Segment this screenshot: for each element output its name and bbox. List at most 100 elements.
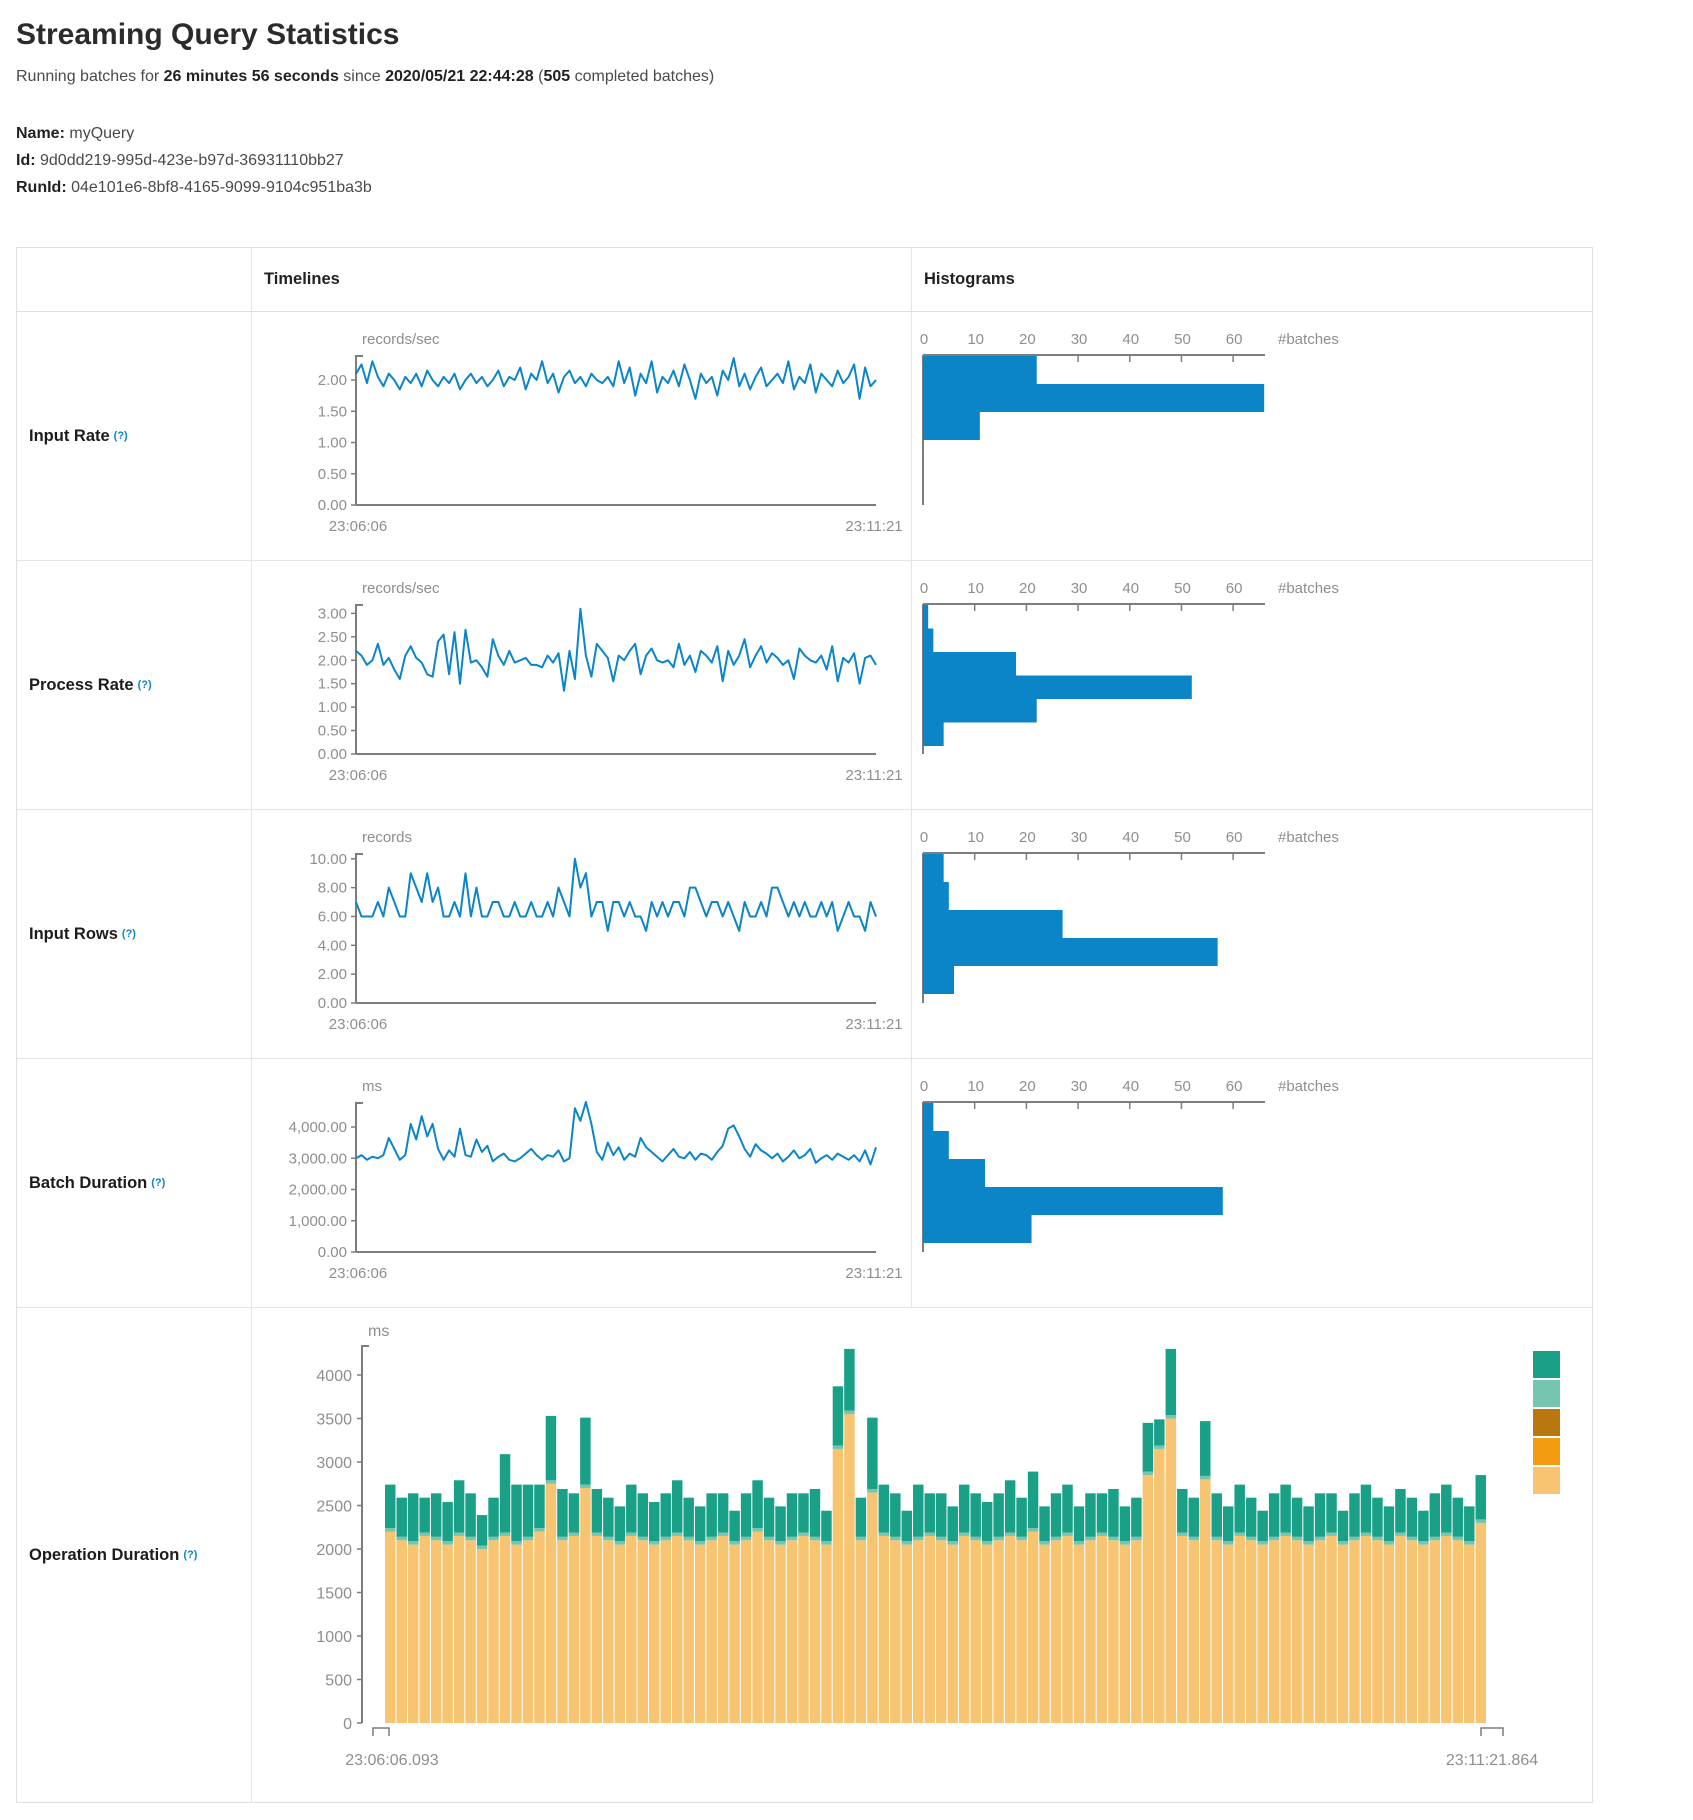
query-name-value: myQuery: [69, 125, 134, 142]
svg-text:10: 10: [967, 580, 984, 597]
svg-text:1.00: 1.00: [318, 699, 347, 716]
svg-text:records/sec: records/sec: [362, 331, 440, 348]
process-rate-histogram-chart: 0102030405060#batches: [912, 561, 1592, 809]
svg-text:2000: 2000: [316, 1542, 352, 1559]
svg-text:60: 60: [1226, 829, 1243, 846]
svg-text:50: 50: [1174, 1078, 1191, 1095]
svg-text:40: 40: [1122, 829, 1139, 846]
table-header-row: Timelines Histograms: [17, 248, 1592, 312]
query-runid-value: 04e101e6-8bf8-4165-9099-9104c951ba3b: [71, 179, 372, 196]
svg-text:8.00: 8.00: [318, 880, 347, 897]
table-row-operation-duration: Operation Duration(?) ms0500100015002000…: [17, 1308, 1592, 1802]
svg-text:ms: ms: [362, 1078, 382, 1095]
svg-text:60: 60: [1226, 331, 1243, 348]
table-row-batch-duration: Batch Duration(?) ms0.001,000.002,000.00…: [17, 1059, 1592, 1308]
input-rate-histogram-chart: 0102030405060#batches: [912, 312, 1592, 560]
help-icon[interactable]: (?): [151, 1177, 165, 1189]
svg-text:30: 30: [1071, 829, 1088, 846]
svg-text:1000: 1000: [316, 1629, 352, 1646]
svg-text:0: 0: [343, 1716, 352, 1733]
help-icon[interactable]: (?): [138, 679, 152, 691]
query-runid-row: RunId: 04e101e6-8bf8-4165-9099-9104c951b…: [16, 174, 1693, 201]
svg-text:0.50: 0.50: [318, 466, 347, 483]
svg-text:23:11:21: 23:11:21: [845, 518, 902, 535]
running-duration: 26 minutes 56 seconds: [164, 68, 339, 85]
svg-text:23:11:21: 23:11:21: [845, 767, 902, 784]
svg-text:50: 50: [1174, 829, 1191, 846]
svg-text:23:11:21.864: 23:11:21.864: [1446, 1752, 1538, 1769]
batch-duration-histogram-chart: 0102030405060#batches: [912, 1059, 1592, 1307]
svg-text:40: 40: [1122, 580, 1139, 597]
svg-text:10.00: 10.00: [309, 851, 347, 868]
query-id-value: 9d0dd219-995d-423e-b97d-36931110bb27: [40, 152, 344, 169]
svg-text:23:06:06: 23:06:06: [329, 1016, 387, 1033]
svg-text:60: 60: [1226, 580, 1243, 597]
batch-duration-timeline-chart: ms0.001,000.002,000.003,000.004,000.0023…: [252, 1059, 912, 1307]
svg-text:30: 30: [1071, 331, 1088, 348]
running-prefix: Running batches for: [16, 68, 164, 85]
since-text: since: [339, 68, 385, 85]
svg-text:3.00: 3.00: [318, 605, 347, 622]
svg-text:10: 10: [967, 331, 984, 348]
svg-text:4000: 4000: [316, 1368, 352, 1385]
svg-text:2500: 2500: [316, 1499, 352, 1516]
query-id-row: Id: 9d0dd219-995d-423e-b97d-36931110bb27: [16, 147, 1693, 174]
svg-text:3,000.00: 3,000.00: [289, 1150, 347, 1167]
svg-text:records: records: [362, 829, 412, 846]
help-icon[interactable]: (?): [183, 1549, 197, 1561]
completed-batches-count: 505: [543, 68, 570, 85]
svg-text:2.00: 2.00: [318, 372, 347, 389]
svg-text:1.50: 1.50: [318, 676, 347, 693]
svg-text:20: 20: [1019, 1078, 1036, 1095]
svg-text:0: 0: [920, 1078, 928, 1095]
paren-open: (: [534, 68, 544, 85]
svg-text:1.50: 1.50: [318, 403, 347, 420]
svg-text:40: 40: [1122, 331, 1139, 348]
row-label-process-rate: Process Rate (?): [17, 561, 252, 809]
query-id-label: Id:: [16, 152, 36, 169]
svg-text:50: 50: [1174, 331, 1191, 348]
svg-text:records/sec: records/sec: [362, 580, 440, 597]
svg-text:23:06:06: 23:06:06: [329, 767, 387, 784]
svg-text:#batches: #batches: [1278, 829, 1339, 846]
svg-text:0: 0: [920, 829, 928, 846]
svg-text:4,000.00: 4,000.00: [289, 1119, 347, 1136]
svg-text:0: 0: [920, 331, 928, 348]
svg-text:#batches: #batches: [1278, 580, 1339, 597]
query-name-row: Name: myQuery: [16, 120, 1693, 147]
svg-text:60: 60: [1226, 1078, 1243, 1095]
row-label-text: Operation Duration: [29, 1546, 179, 1565]
help-icon[interactable]: (?): [114, 430, 128, 442]
input-rate-timeline-chart: records/sec0.000.501.001.502.0023:06:062…: [252, 312, 912, 560]
row-label-operation-duration: Operation Duration (?): [17, 1308, 252, 1802]
svg-text:0.00: 0.00: [318, 497, 347, 514]
running-batches-summary: Running batches for 26 minutes 56 second…: [16, 68, 1693, 86]
process-rate-timeline-chart: records/sec0.000.501.001.502.002.503.002…: [252, 561, 912, 809]
svg-text:0: 0: [920, 580, 928, 597]
svg-text:10: 10: [967, 829, 984, 846]
table-row-process-rate: Process Rate(?) records/sec0.000.501.001…: [17, 561, 1592, 810]
row-label-text: Process Rate: [29, 676, 134, 695]
header-cell-empty: [17, 248, 252, 311]
query-name-label: Name:: [16, 125, 65, 142]
svg-text:23:06:06.093: 23:06:06.093: [345, 1752, 439, 1769]
help-icon[interactable]: (?): [122, 928, 136, 940]
svg-text:10: 10: [967, 1078, 984, 1095]
svg-text:4.00: 4.00: [318, 937, 347, 954]
svg-text:0.00: 0.00: [318, 995, 347, 1012]
svg-text:23:06:06: 23:06:06: [329, 518, 387, 535]
row-label-text: Input Rate: [29, 427, 110, 446]
svg-text:1500: 1500: [316, 1586, 352, 1603]
svg-text:#batches: #batches: [1278, 1078, 1339, 1095]
svg-text:30: 30: [1071, 1078, 1088, 1095]
svg-text:6.00: 6.00: [318, 908, 347, 925]
svg-text:1,000.00: 1,000.00: [289, 1213, 347, 1230]
svg-text:2.50: 2.50: [318, 629, 347, 646]
header-cell-histograms: Histograms: [912, 248, 1592, 311]
svg-text:2,000.00: 2,000.00: [289, 1182, 347, 1199]
page-title: Streaming Query Statistics: [16, 18, 1693, 52]
svg-text:2.00: 2.00: [318, 652, 347, 669]
svg-text:20: 20: [1019, 331, 1036, 348]
completed-batches-suffix: completed batches): [570, 68, 714, 85]
svg-text:500: 500: [325, 1673, 352, 1690]
